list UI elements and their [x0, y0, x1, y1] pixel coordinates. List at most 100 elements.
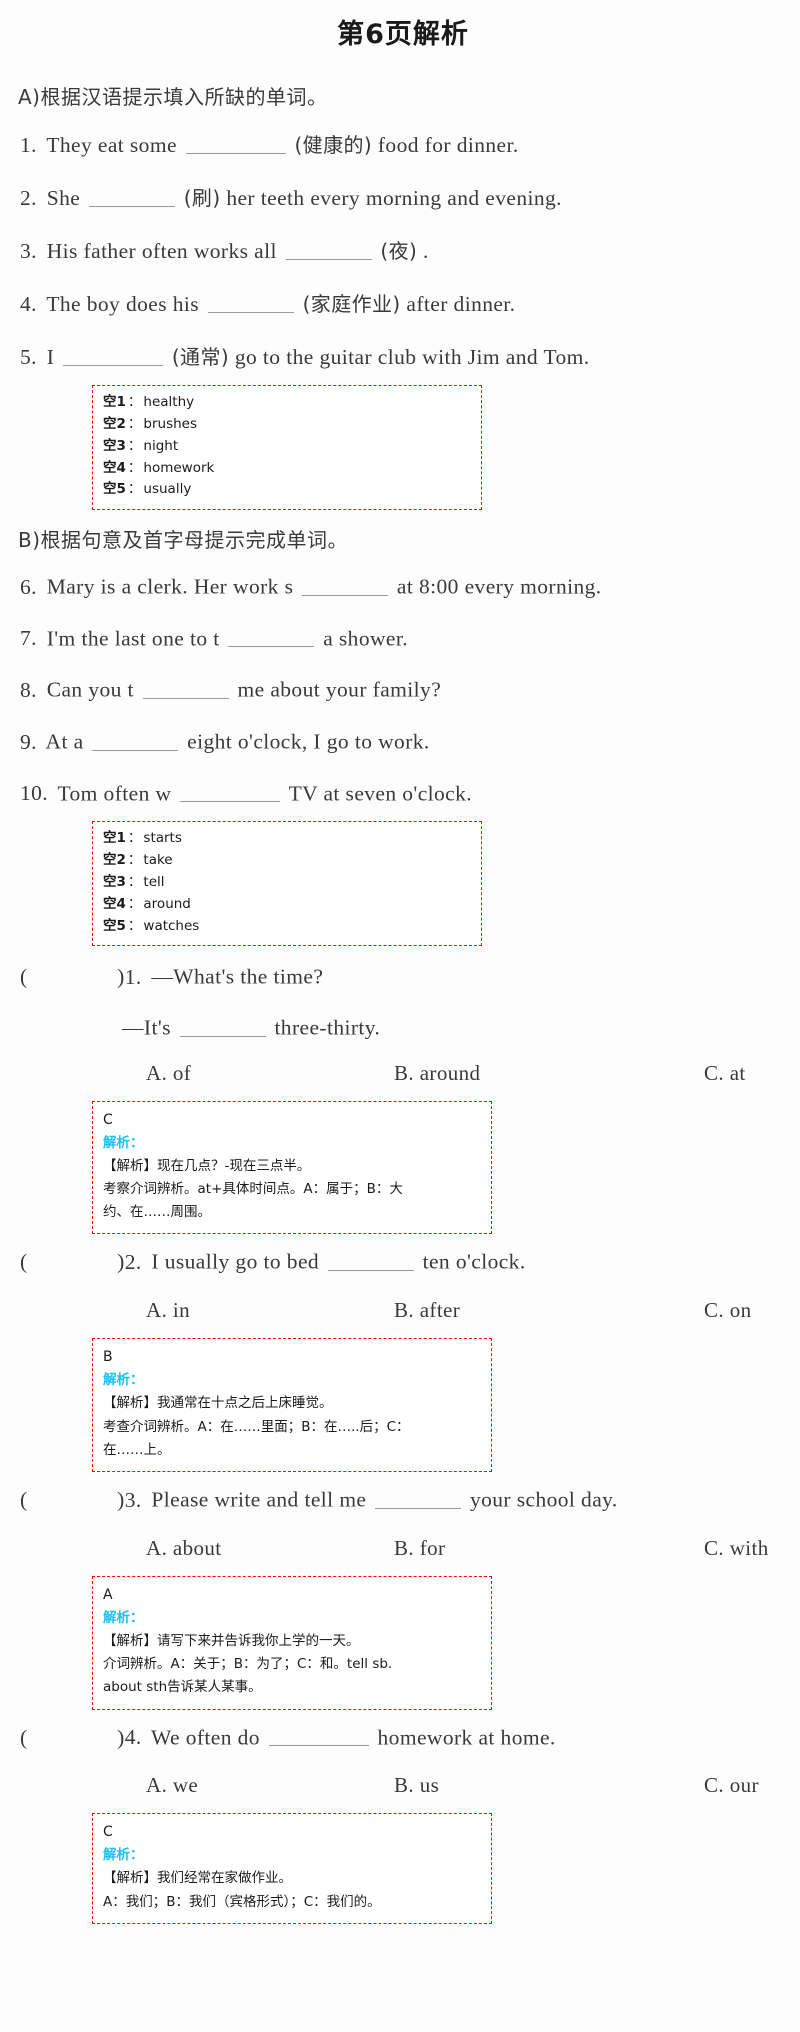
- answer-separator: ：: [127, 394, 142, 410]
- answer-row: 空2： brushes: [103, 414, 471, 436]
- choice-question-2-options: A. in B. after C. on: [14, 1290, 792, 1330]
- choice-answer-slot[interactable]: [36, 1724, 108, 1747]
- question-5: 5. I (通常) go to the guitar club with Jim…: [14, 332, 792, 379]
- answer-row: 空4： around: [103, 894, 471, 916]
- choice-bracket-close: ): [117, 1725, 125, 1750]
- choice-number: 2.: [124, 1250, 142, 1275]
- question-8-blank[interactable]: [142, 675, 229, 699]
- question-2-post: her teeth every morning and evening.: [226, 186, 562, 210]
- question-9: 9. At a eight o'clock, I go to work.: [14, 718, 792, 764]
- answer-value: brushes: [143, 415, 198, 432]
- explanation-box-3: A 解析： 【解析】请写下来并告诉我你上学的一天。 介词辨析。A：关于；B：为了…: [92, 1575, 492, 1710]
- option-c[interactable]: C. on: [704, 1298, 752, 1323]
- answer-key: 空2: [103, 851, 126, 868]
- answer-separator: ：: [127, 873, 142, 890]
- choice-question-3-options: A. about B. for C. with: [14, 1528, 792, 1568]
- question-7-blank[interactable]: [228, 624, 315, 648]
- choice-stem: —What's the time?: [151, 964, 324, 989]
- question-10-pre: Tom often w: [57, 781, 172, 806]
- answer-key: 空5: [103, 481, 126, 498]
- choice-stem-post: your school day.: [469, 1487, 618, 1512]
- option-a[interactable]: A. we: [146, 1773, 198, 1798]
- explanation-label: 解析：: [103, 1372, 144, 1389]
- answer-key: 空5: [103, 917, 126, 934]
- answer-value: watches: [143, 917, 200, 934]
- choice-bracket-open: (: [20, 964, 28, 989]
- question-3-post: .: [423, 239, 429, 263]
- option-c[interactable]: C. with: [704, 1536, 769, 1561]
- question-6-blank[interactable]: [302, 572, 389, 596]
- choice-answer-slot[interactable]: [36, 1248, 108, 1271]
- option-b[interactable]: B. after: [394, 1298, 460, 1323]
- choice-answer-slot[interactable]: [36, 963, 108, 986]
- question-2-pre: She: [46, 186, 81, 210]
- choice-blank[interactable]: [268, 1723, 369, 1747]
- choice-blank[interactable]: [179, 1013, 266, 1037]
- choice-question-1: ( )1. —What's the time?: [14, 954, 792, 999]
- question-8: 8. Can you t me about your family?: [14, 666, 792, 712]
- answer-row: 空3： night: [103, 436, 471, 458]
- correct-answer: C: [103, 1824, 113, 1841]
- question-7-pre: I'm the last one to t: [46, 626, 220, 651]
- section-b-heading: B)根据句意及首字母提示完成单词。: [18, 528, 349, 553]
- question-4-number: 4.: [20, 292, 37, 316]
- option-c[interactable]: C. at: [704, 1061, 746, 1086]
- answer-row: 空4： homework: [103, 458, 471, 480]
- choice-bracket-open: (: [20, 1487, 28, 1512]
- explanation-line: 【解析】我们经常在家做作业。: [103, 1870, 292, 1887]
- question-5-post: go to the guitar club with Jim and Tom.: [234, 345, 590, 369]
- explanation-line: 【解析】现在几点？-现在三点半。: [103, 1157, 311, 1174]
- question-9-pre: At a: [45, 729, 84, 754]
- answer-separator: ：: [127, 415, 142, 432]
- option-b[interactable]: B. for: [394, 1536, 445, 1561]
- answer-separator: ：: [127, 895, 142, 912]
- option-c[interactable]: C. our: [704, 1773, 759, 1798]
- explanation-box-4: C 解析： 【解析】我们经常在家做作业。 A：我们；B：我们（宾格形式）；C：我…: [92, 1813, 492, 1924]
- question-10-post: TV at seven o'clock.: [288, 781, 473, 806]
- answer-value: night: [143, 437, 179, 454]
- correct-answer: B: [103, 1349, 113, 1366]
- choice-blank[interactable]: [375, 1485, 462, 1509]
- option-b[interactable]: B. us: [394, 1773, 439, 1798]
- question-10: 10. Tom often w TV at seven o'clock.: [14, 770, 792, 816]
- answer-value: usually: [143, 481, 192, 498]
- question-4-blank[interactable]: [207, 289, 294, 313]
- correct-answer: A: [103, 1586, 113, 1603]
- question-1-blank[interactable]: [185, 130, 286, 154]
- question-9-blank[interactable]: [92, 727, 179, 751]
- option-a[interactable]: A. in: [146, 1298, 190, 1323]
- worksheet-page: 第6页解析 A)根据汉语提示填入所缺的单词。 1. They eat some …: [0, 0, 800, 2032]
- question-2-blank[interactable]: [88, 183, 175, 207]
- explanation-line: 介词辨析。A：关于；B：为了；C：和。tell sb.: [103, 1656, 393, 1673]
- explanation-line: 约、在……周围。: [103, 1204, 211, 1221]
- choice-blank[interactable]: [327, 1247, 414, 1272]
- scanned-sheet: 第6页解析 A)根据汉语提示填入所缺的单词。 1. They eat some …: [0, 0, 800, 1924]
- question-9-post: eight o'clock, I go to work.: [187, 729, 430, 754]
- answer-separator: ：: [127, 917, 142, 934]
- question-1-pre: They eat some: [46, 133, 177, 157]
- answer-separator: ：: [127, 481, 142, 498]
- choice-question-3: ( )3. Please write and tell me your scho…: [14, 1476, 792, 1522]
- choice-stem-pre: Please write and tell me: [151, 1487, 367, 1512]
- question-8-post: me about your family?: [237, 677, 442, 702]
- option-b[interactable]: B. around: [394, 1061, 480, 1086]
- choice-bracket-close: ): [117, 964, 125, 989]
- question-7: 7. I'm the last one to t a shower.: [14, 615, 792, 661]
- question-10-blank[interactable]: [180, 779, 281, 803]
- answer-key: 空3: [103, 437, 126, 454]
- answer-row: 空1： healthy: [103, 392, 471, 414]
- answer-separator: ：: [127, 830, 142, 847]
- answer-key: 空4: [103, 895, 126, 912]
- question-1-post: food for dinner.: [377, 133, 519, 157]
- choice-answer-slot[interactable]: [36, 1486, 108, 1509]
- option-a[interactable]: A. about: [146, 1536, 222, 1561]
- answer-key: 空1: [103, 830, 126, 847]
- answer-key: 空2: [103, 415, 126, 432]
- choice-question-4: ( )4. We often do homework at home.: [14, 1714, 792, 1760]
- question-5-blank[interactable]: [63, 342, 164, 366]
- question-7-number: 7.: [20, 626, 37, 651]
- option-a[interactable]: A. of: [146, 1061, 191, 1086]
- question-8-number: 8.: [20, 677, 37, 702]
- question-3-blank[interactable]: [285, 236, 372, 260]
- explanation-label: 解析：: [103, 1134, 144, 1151]
